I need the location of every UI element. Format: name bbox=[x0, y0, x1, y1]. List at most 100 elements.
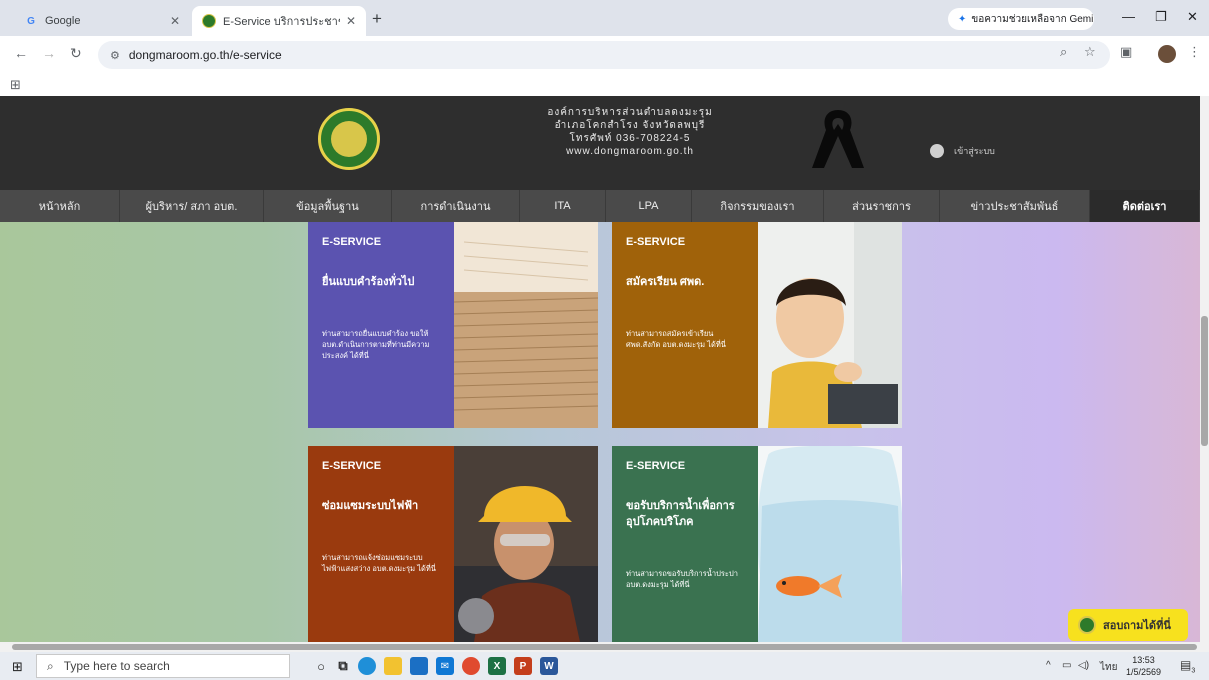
card-panel: E-SERVICE ซ่อมแซมระบบไฟฟ้า ท่านสามารถแจ้… bbox=[308, 446, 454, 642]
close-window-icon[interactable]: ✕ bbox=[1187, 9, 1198, 25]
horizontal-scrollbar[interactable] bbox=[0, 642, 1209, 652]
eservice-card-electrical-repair[interactable]: E-SERVICE ซ่อมแซมระบบไฟฟ้า ท่านสามารถแจ้… bbox=[308, 446, 598, 642]
bookmarks-bar: ⊞ bbox=[0, 74, 1209, 96]
volume-icon[interactable]: ◁) bbox=[1078, 660, 1089, 671]
main-nav: หน้าหลัก ผู้บริหาร/ สภา อบต. ข้อมูลพื้นฐ… bbox=[0, 190, 1200, 222]
clock-date: 1/5/2569 bbox=[1126, 667, 1162, 677]
tab-title: E-Service บริการประชาชน | อบต.ดองมะรุม bbox=[223, 16, 340, 28]
org-logo[interactable] bbox=[318, 108, 380, 170]
gemini-button[interactable]: ✦ ขอความช่วยเหลือจาก Gemini bbox=[948, 8, 1094, 30]
card-description: ท่านสามารถยื่นแบบคำร้อง ขอให้ อบต.ดำเนิน… bbox=[322, 329, 430, 360]
search-placeholder: Type here to search bbox=[63, 659, 170, 673]
login-link[interactable]: เข้าสู่ระบบ bbox=[930, 144, 995, 158]
nav-item-lpa[interactable]: LPA bbox=[606, 190, 692, 222]
chat-label: สอบถามได้ที่นี่ bbox=[1103, 620, 1171, 632]
zoom-icon[interactable]: ⌕ bbox=[1060, 44, 1067, 60]
nav-item-executives[interactable]: ผู้บริหาร/ สภา อบต. bbox=[120, 190, 264, 222]
nav-item-departments[interactable]: ส่วนราชการ bbox=[824, 190, 940, 222]
bookmark-star-icon[interactable]: ☆ bbox=[1084, 44, 1096, 60]
word-icon[interactable]: W bbox=[540, 657, 558, 675]
card-description: ท่านสามารถแจ้งซ่อมแซมระบบไฟฟ้าแสงสว่าง อ… bbox=[322, 553, 436, 573]
nav-item-basic-info[interactable]: ข้อมูลพื้นฐาน bbox=[264, 190, 392, 222]
eservice-card-childcare-enrollment[interactable]: E-SERVICE สมัครเรียน ศพด. ท่านสามารถสมัค… bbox=[612, 222, 902, 428]
eservice-card-general-request[interactable]: E-SERVICE ยื่นแบบคำร้องทั่วไป ท่านสามารถ… bbox=[308, 222, 598, 428]
system-clock[interactable]: 13:53 1/5/2569 bbox=[1126, 654, 1161, 678]
card-tag: E-SERVICE bbox=[626, 236, 686, 248]
scroll-thumb[interactable] bbox=[1201, 316, 1208, 446]
taskbar: ⊞ ⌕ Type here to search ○ ⧉ ✉ X P W ^ ▭ … bbox=[0, 652, 1209, 680]
card-tag: E-SERVICE bbox=[322, 236, 382, 248]
nav-item-news[interactable]: ข่าวประชาสัมพันธ์ bbox=[940, 190, 1090, 222]
chrome-icon[interactable] bbox=[462, 657, 480, 675]
child-studying-photo bbox=[758, 222, 902, 428]
card-title: ซ่อมแซมระบบไฟฟ้า bbox=[322, 500, 419, 512]
taskbar-search[interactable]: ⌕ Type here to search bbox=[36, 654, 290, 678]
tab-google[interactable]: G Google ✕ bbox=[14, 6, 190, 36]
nav-item-contact[interactable]: ติดต่อเรา bbox=[1090, 190, 1200, 222]
nav-item-home[interactable]: หน้าหลัก bbox=[0, 190, 120, 222]
card-tag: E-SERVICE bbox=[626, 460, 686, 472]
file-explorer-icon[interactable] bbox=[384, 657, 402, 675]
paper-stack-photo bbox=[454, 222, 598, 428]
url-text: dongmaroom.go.th/e-service bbox=[128, 48, 282, 62]
browser-toolbar: ← → ↻ ⚙ dongmaroom.go.th/e-service ⌕ ☆ ▣… bbox=[0, 36, 1209, 74]
site-info-icon[interactable]: ⚙ bbox=[110, 49, 120, 62]
eservice-card-water-service[interactable]: E-SERVICE ขอรับบริการน้ำเพื่อการอุปโภคบร… bbox=[612, 446, 902, 642]
page-viewport: องค์การบริหารส่วนตำบลดงมะรุม อำเภอโคกสำโ… bbox=[0, 96, 1200, 642]
cortana-icon[interactable]: ○ bbox=[312, 657, 330, 675]
mourning-ribbon-icon bbox=[812, 110, 864, 168]
store-icon[interactable] bbox=[410, 657, 428, 675]
notification-count: 3 bbox=[1191, 667, 1196, 675]
card-title: ขอรับบริการน้ำเพื่อการอุปโภคบริโภค bbox=[626, 500, 735, 528]
new-tab-button[interactable]: + bbox=[372, 9, 382, 29]
org-website: www.dongmaroom.go.th bbox=[566, 146, 694, 157]
tree-emblem-icon bbox=[331, 121, 367, 157]
minimize-icon[interactable]: — bbox=[1122, 9, 1135, 24]
apps-grid-icon[interactable]: ⊞ bbox=[10, 77, 21, 93]
reading-mode-icon[interactable]: ▣ bbox=[1120, 44, 1132, 60]
profile-avatar[interactable] bbox=[1158, 45, 1176, 63]
browser-tab-bar: G Google ✕ E-Service บริการประชาชน | อบต… bbox=[0, 0, 1209, 36]
tab-eservice[interactable]: E-Service บริการประชาชน | อบต.ดองมะรุม ✕ bbox=[192, 6, 366, 36]
tray-chevron-icon[interactable]: ^ bbox=[1046, 660, 1051, 671]
close-tab-icon[interactable]: ✕ bbox=[170, 14, 180, 28]
org-district: อำเภอโคกสำโรง จังหวัดลพบุรี bbox=[554, 120, 706, 131]
org-phone: โทรศัพท์ 036-708224-5 bbox=[569, 133, 691, 144]
ask-here-button[interactable]: สอบถามได้ที่นี่ bbox=[1068, 609, 1188, 641]
gemini-star-icon: ✦ bbox=[958, 13, 967, 25]
task-view-icon[interactable]: ⧉ bbox=[334, 657, 352, 675]
nav-item-ita[interactable]: ITA bbox=[520, 190, 606, 222]
address-bar[interactable]: ⚙ dongmaroom.go.th/e-service bbox=[98, 41, 1110, 69]
search-icon: ⌕ bbox=[47, 658, 54, 673]
site-header: องค์การบริหารส่วนตำบลดงมะรุม อำเภอโคกสำโ… bbox=[0, 96, 1200, 190]
user-icon bbox=[930, 144, 944, 158]
nav-item-activities[interactable]: กิจกรรมของเรา bbox=[692, 190, 824, 222]
close-tab-icon[interactable]: ✕ bbox=[346, 14, 356, 28]
card-tag: E-SERVICE bbox=[322, 460, 382, 472]
edge-browser-icon[interactable] bbox=[358, 657, 376, 675]
reload-icon[interactable]: ↻ bbox=[70, 45, 82, 62]
mail-icon[interactable]: ✉ bbox=[436, 657, 454, 675]
forward-arrow-icon[interactable]: → bbox=[42, 45, 56, 61]
windows-start-icon[interactable]: ⊞ bbox=[12, 659, 23, 675]
language-indicator[interactable]: ไทย bbox=[1100, 660, 1117, 675]
card-panel: E-SERVICE ยื่นแบบคำร้องทั่วไป ท่านสามารถ… bbox=[308, 222, 454, 428]
powerpoint-icon[interactable]: P bbox=[514, 657, 532, 675]
network-icon[interactable]: ▭ bbox=[1062, 660, 1071, 671]
chat-logo-icon bbox=[1078, 616, 1096, 634]
card-title: ยื่นแบบคำร้องทั่วไป bbox=[322, 276, 415, 288]
org-info: องค์การบริหารส่วนตำบลดงมะรุม อำเภอโคกสำโ… bbox=[520, 106, 740, 158]
org-name: องค์การบริหารส่วนตำบลดงมะรุม bbox=[547, 107, 713, 118]
goldfish-bowl-photo bbox=[758, 446, 902, 642]
nav-item-operations[interactable]: การดำเนินงาน bbox=[392, 190, 520, 222]
vertical-scrollbar[interactable] bbox=[1200, 96, 1209, 642]
card-panel: E-SERVICE ขอรับบริการน้ำเพื่อการอุปโภคบร… bbox=[612, 446, 758, 642]
notification-icon[interactable]: ▤3 bbox=[1180, 658, 1195, 674]
restore-icon[interactable]: ❐ bbox=[1155, 9, 1167, 25]
card-description: ท่านสามารถขอรับบริการน้ำประปา อบต.ดงมะรุ… bbox=[626, 569, 738, 589]
excel-icon[interactable]: X bbox=[488, 657, 506, 675]
menu-dots-icon[interactable]: ⋮ bbox=[1188, 44, 1201, 60]
scroll-thumb[interactable] bbox=[12, 644, 1197, 650]
gemini-label: ขอความช่วยเหลือจาก Gemini bbox=[971, 13, 1094, 25]
back-arrow-icon[interactable]: ← bbox=[14, 45, 28, 61]
